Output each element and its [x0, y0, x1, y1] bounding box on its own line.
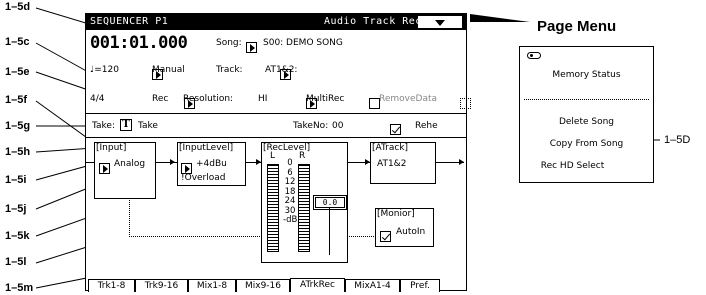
- tab-mixa1-4[interactable]: MixA1-4: [345, 279, 400, 292]
- divider-top: [86, 113, 466, 114]
- atrack-value: AT1&2: [377, 159, 407, 169]
- monitor-title: [Monior]: [377, 209, 415, 219]
- meter-scale: 0 6 12 18 24 30 -dB: [283, 158, 298, 226]
- page-menu-wedge: [470, 14, 530, 22]
- song-label: Song:: [216, 38, 242, 48]
- page-title: SEQUENCER P1: [90, 16, 169, 27]
- location-display[interactable]: 001:01.000: [90, 33, 188, 53]
- autoin-checkbox[interactable]: [380, 231, 391, 242]
- removedata-label: RemoveData: [379, 94, 438, 104]
- inputlevel-title: [InputLevel]: [179, 143, 234, 153]
- rec-mode-value: Rec: [152, 94, 169, 104]
- sequencer-screen: SEQUENCER P1 Audio Track Rec 001:01.000 …: [85, 13, 537, 292]
- mode-title: Audio Track Rec: [324, 16, 422, 27]
- monitor-value: AutoIn: [396, 227, 426, 237]
- menu-item-rec-hd-select[interactable]: Rec HD Select: [506, 161, 639, 171]
- text-edit-icon[interactable]: T: [120, 119, 132, 131]
- track-label: Track:: [216, 65, 243, 75]
- tab-atrkrec[interactable]: ATrkRec: [290, 278, 345, 292]
- input-title: [Input]: [96, 143, 127, 153]
- monitor-path-v: [129, 197, 130, 237]
- menu-item-memory-status[interactable]: Memory Status: [520, 70, 653, 80]
- tab-trk1-8[interactable]: Trk1-8: [88, 279, 135, 292]
- takeno-checkbox[interactable]: [389, 124, 401, 135]
- atrack-title: [ATrack]: [372, 143, 409, 153]
- page-menu-heading: Page Menu: [537, 18, 617, 35]
- overload-indicator: !Overload: [181, 173, 226, 183]
- rehearsal-label: Rehe: [415, 121, 438, 131]
- divider-middle: [86, 137, 466, 138]
- flow-arrow-1: [170, 159, 175, 165]
- page-menu-popup: Memory Status Delete Song Copy From Song…: [519, 46, 654, 183]
- tempo-value[interactable]: ♩=120: [90, 65, 119, 75]
- meter-l-label: L: [270, 151, 276, 161]
- menu-tab-icon: [527, 52, 541, 59]
- meter-r-bar: [298, 164, 310, 252]
- song-select-button[interactable]: [246, 42, 257, 53]
- input-select-button[interactable]: [99, 163, 110, 174]
- tab-trk9-16[interactable]: Trk9-16: [135, 279, 188, 292]
- tab-pref[interactable]: Pref.: [400, 279, 440, 292]
- monitor-box: [Monior] AutoIn: [375, 208, 434, 247]
- input-value: Analog: [114, 159, 146, 169]
- tab-mix1-8[interactable]: Mix1-8: [188, 279, 236, 292]
- meter-l-bar: [267, 164, 279, 252]
- fader-track: [329, 203, 330, 255]
- take-label: Take:: [92, 121, 115, 131]
- song-value[interactable]: S00: DEMO SONG: [263, 38, 343, 48]
- inputlevel-box: [InputLevel] +4dBu !Overload: [177, 142, 246, 186]
- input-box: [Input] Analog: [94, 142, 156, 199]
- meter-r-label: R: [299, 151, 306, 161]
- meter-tick-db: -dB: [283, 215, 298, 225]
- meter-value[interactable]: 4/4: [90, 94, 104, 104]
- resolution-label: Resolution:: [183, 94, 234, 104]
- flow-line-in: [86, 162, 94, 163]
- take-value[interactable]: Take: [138, 121, 158, 131]
- removedata-checkbox[interactable]: [459, 98, 471, 109]
- tab-mix9-16[interactable]: Mix9-16: [236, 279, 290, 292]
- atrack-box: [ATrack] AT1&2: [370, 142, 436, 184]
- multirec-label: MultiRec: [306, 94, 345, 104]
- menu-item-copy-from-song[interactable]: Copy From Song: [520, 139, 653, 149]
- title-bar: SEQUENCER P1 Audio Track Rec: [86, 14, 466, 30]
- resolution-value: HI: [258, 94, 268, 104]
- menu-item-delete-song[interactable]: Delete Song: [520, 117, 653, 127]
- page-menu-button[interactable]: [418, 16, 462, 28]
- track-value[interactable]: AT1&2:: [265, 65, 297, 75]
- rec-level-fader[interactable]: 0.0: [313, 195, 347, 210]
- menu-separator: [524, 99, 649, 100]
- ref-label-1-5D: 1–5D: [664, 134, 691, 146]
- reclevel-box: [RecLevel] L R 0 6 12 18 24 30 -dB 0.0: [261, 142, 348, 263]
- flow-arrow-out: [459, 159, 464, 165]
- takeno-value[interactable]: 00: [332, 121, 343, 131]
- tempo-mode-value: Manual: [152, 65, 185, 75]
- inputlevel-value: +4dBu: [196, 159, 227, 169]
- takeno-label: TakeNo:: [293, 121, 329, 131]
